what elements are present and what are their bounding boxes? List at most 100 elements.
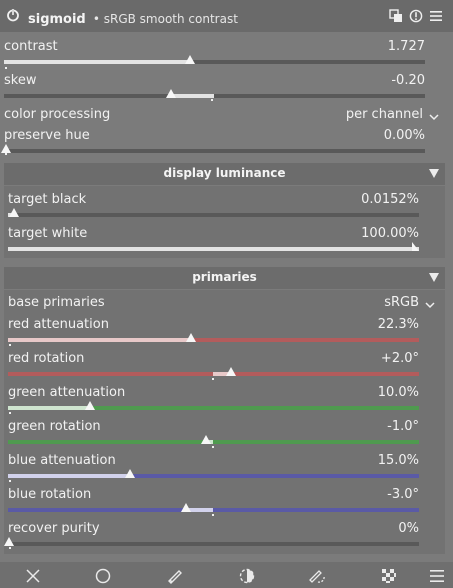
pencil-icon[interactable]	[166, 568, 184, 584]
skew-slider[interactable]: skew -0.20	[4, 73, 453, 93]
green-attenuation-value: 10.0%	[377, 385, 419, 400]
blue-attenuation-slider[interactable]: blue attenuation 15.0%	[8, 453, 445, 473]
blue-attenuation-value: 15.0%	[377, 453, 419, 468]
preserve-hue-marker[interactable]	[1, 144, 11, 153]
color-processing-combobox[interactable]: color processing per channel	[4, 107, 453, 127]
blue-attenuation-track[interactable]	[8, 474, 419, 478]
target-black-label: target black	[8, 192, 87, 207]
red-attenuation-value: 22.3%	[377, 317, 419, 332]
red-attenuation-label: red attenuation	[8, 317, 109, 332]
green-rotation-tick	[212, 446, 214, 448]
preserve-hue-label: preserve hue	[4, 128, 90, 143]
target-black-marker[interactable]	[9, 208, 19, 217]
chevron-down-icon	[429, 114, 439, 121]
primaries-header[interactable]: primaries	[4, 267, 445, 289]
preserve-hue-track[interactable]	[4, 149, 425, 153]
base-primaries-value: sRGB	[384, 295, 419, 310]
module-subtitle: • sRGB smooth contrast	[92, 12, 238, 26]
color-processing-label: color processing	[4, 107, 111, 122]
red-rotation-marker[interactable]	[226, 367, 236, 376]
power-icon[interactable]	[6, 8, 20, 22]
recover-purity-label: recover purity	[8, 521, 100, 536]
display-luminance-title: display luminance	[163, 166, 286, 180]
close-icon[interactable]	[24, 568, 42, 584]
target-black-value: 0.0152%	[361, 192, 419, 207]
red-rotation-tick	[212, 378, 214, 380]
target-white-marker[interactable]	[412, 242, 419, 251]
blue-rotation-track[interactable]	[8, 508, 419, 512]
color-processing-value: per channel	[345, 107, 423, 122]
preserve-hue-value: 0.00%	[383, 128, 425, 143]
green-rotation-value: -1.0°	[387, 419, 419, 434]
blue-attenuation-label: blue attenuation	[8, 453, 116, 468]
green-attenuation-track[interactable]	[8, 406, 419, 410]
green-rotation-label: green rotation	[8, 419, 101, 434]
contrast-label: contrast	[4, 39, 58, 54]
module-header: sigmoid • sRGB smooth contrast	[0, 0, 453, 32]
parametric-icon[interactable]	[308, 568, 326, 584]
green-attenuation-tick	[9, 412, 11, 414]
circle-icon[interactable]	[94, 568, 112, 584]
reset-icon[interactable]	[409, 9, 423, 23]
red-attenuation-slider[interactable]: red attenuation 22.3%	[8, 317, 445, 337]
contrast-slider[interactable]: contrast 1.727	[4, 39, 453, 59]
drawn-parametric-icon[interactable]	[238, 568, 256, 584]
skew-fill	[172, 94, 214, 98]
contrast-tick	[5, 67, 7, 69]
recover-purity-tick	[9, 547, 11, 549]
red-attenuation-track[interactable]	[8, 338, 419, 342]
green-attenuation-marker[interactable]	[85, 401, 95, 410]
target-white-label: target white	[8, 226, 88, 241]
target-black-slider[interactable]: target black 0.0152%	[8, 192, 445, 212]
green-attenuation-slider[interactable]: green attenuation 10.0%	[8, 385, 445, 405]
skew-value: -0.20	[391, 73, 425, 88]
target-black-track[interactable]	[8, 213, 419, 217]
module-title-group: sigmoid • sRGB smooth contrast	[28, 8, 238, 27]
preserve-hue-slider[interactable]: preserve hue 0.00%	[4, 128, 453, 148]
base-primaries-combobox[interactable]: base primaries sRGB	[8, 295, 445, 315]
target-white-slider[interactable]: target white 100.00%	[8, 226, 445, 246]
menu-icon[interactable]	[428, 568, 446, 584]
blue-rotation-value: -3.0°	[387, 487, 419, 502]
recover-purity-marker[interactable]	[4, 537, 14, 546]
presets-icon[interactable]	[389, 9, 403, 23]
contrast-track[interactable]	[4, 60, 425, 64]
collapse-triangle-icon[interactable]	[429, 169, 439, 178]
red-rotation-track[interactable]	[8, 372, 419, 376]
display-luminance-header[interactable]: display luminance	[4, 163, 445, 185]
blend-mode-bar	[0, 562, 453, 588]
green-attenuation-label: green attenuation	[8, 385, 126, 400]
blue-rotation-label: blue rotation	[8, 487, 92, 502]
target-white-track[interactable]	[8, 247, 419, 251]
red-attenuation-marker[interactable]	[186, 333, 196, 342]
recover-purity-slider[interactable]: recover purity 0%	[8, 521, 445, 541]
red-attenuation-tick	[9, 344, 11, 346]
contrast-marker[interactable]	[185, 55, 195, 64]
blue-rotation-slider[interactable]: blue rotation -3.0°	[8, 487, 445, 507]
green-rotation-track[interactable]	[8, 440, 419, 444]
green-attenuation-fill	[8, 406, 90, 410]
contrast-fill	[4, 60, 190, 64]
skew-track[interactable]	[4, 94, 425, 98]
chevron-down-icon	[425, 302, 435, 309]
base-primaries-label: base primaries	[8, 295, 105, 310]
blue-rotation-tick	[212, 514, 214, 516]
green-rotation-slider[interactable]: green rotation -1.0°	[8, 419, 445, 439]
raster-icon[interactable]	[380, 568, 398, 584]
red-rotation-value: +2.0°	[380, 351, 419, 366]
skew-tick	[211, 99, 213, 101]
collapse-triangle-icon[interactable]	[429, 273, 439, 282]
recover-purity-track[interactable]	[8, 542, 419, 546]
module-title: sigmoid	[28, 12, 86, 27]
red-rotation-label: red rotation	[8, 351, 85, 366]
recover-purity-value: 0%	[398, 521, 419, 536]
blue-attenuation-marker[interactable]	[125, 469, 135, 478]
skew-label: skew	[4, 73, 37, 88]
menu-icon[interactable]	[429, 9, 443, 23]
target-white-fill	[8, 247, 419, 251]
skew-marker[interactable]	[166, 89, 176, 98]
target-white-value: 100.00%	[361, 226, 419, 241]
blue-rotation-marker[interactable]	[181, 503, 191, 512]
green-rotation-marker[interactable]	[201, 435, 211, 444]
primaries-title: primaries	[192, 270, 257, 284]
